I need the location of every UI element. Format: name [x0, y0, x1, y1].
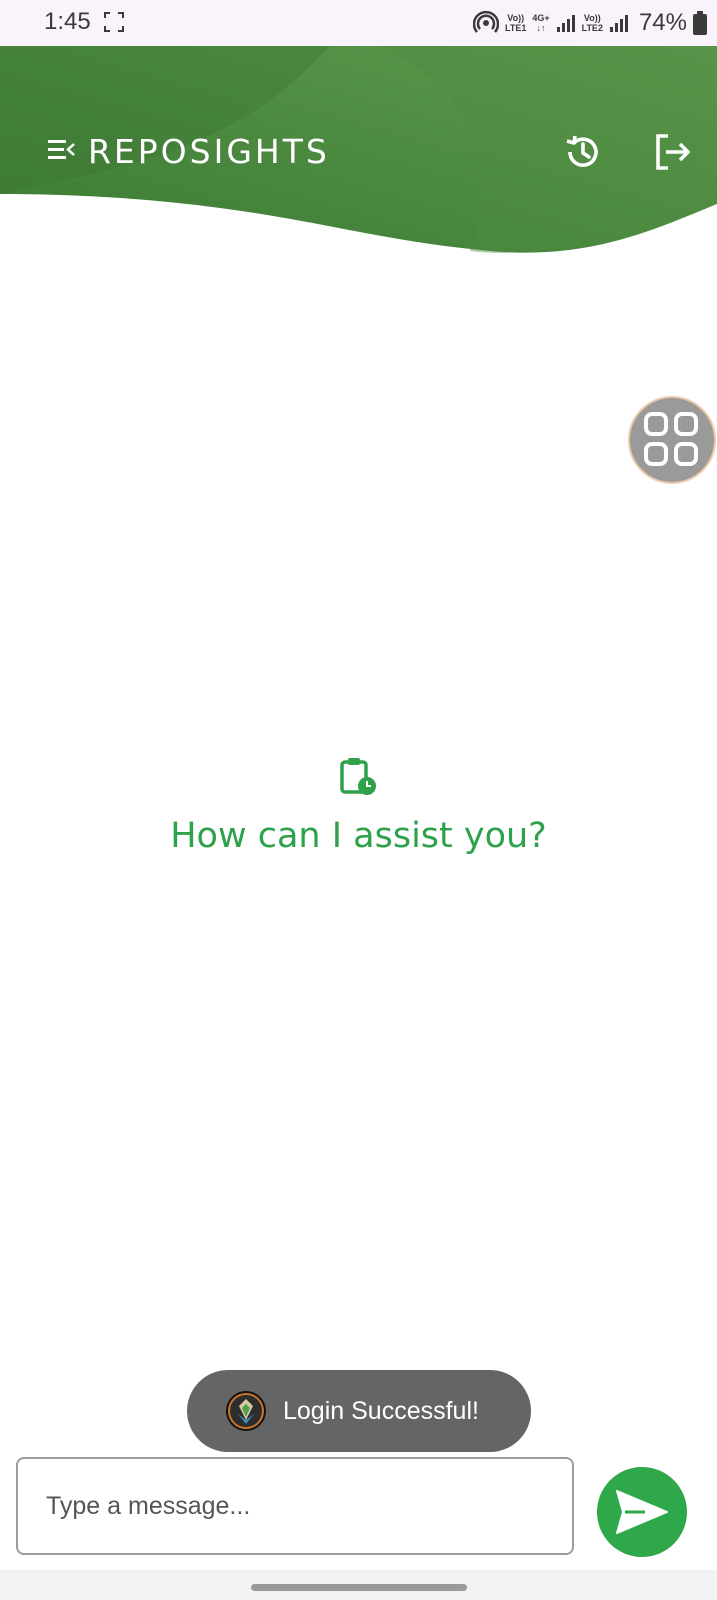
sim1-label: Vo)) LTE1	[505, 13, 526, 33]
network-type-label: 4G+	[532, 13, 550, 23]
home-gesture-handle[interactable]	[251, 1584, 467, 1591]
hotspot-icon	[473, 10, 499, 33]
sim2-volte: Vo))	[583, 13, 601, 23]
history-icon[interactable]	[562, 132, 602, 172]
system-nav-bar	[0, 1570, 717, 1600]
app-logo-icon	[226, 1391, 266, 1431]
status-time: 1:45	[44, 8, 91, 35]
signal-bars-icon	[609, 15, 628, 32]
assist-prompt: How can I assist you?	[170, 816, 547, 856]
sim2-label: Vo)) LTE2	[582, 13, 603, 33]
status-indicators: Vo)) LTE1 4G+ ↓↑ Vo)) LTE2 74%	[473, 6, 707, 40]
signal-bars-icon	[556, 15, 575, 32]
network-type: 4G+ ↓↑	[532, 13, 549, 33]
grid-icon	[644, 412, 698, 466]
send-button[interactable]	[597, 1467, 687, 1557]
logout-icon[interactable]	[652, 132, 692, 172]
app-title: REPOSIGHTS	[88, 132, 330, 171]
app-header: REPOSIGHTS	[0, 46, 717, 261]
battery-icon	[693, 11, 707, 35]
screenshot-frame-icon	[104, 12, 124, 32]
send-icon	[616, 1490, 668, 1534]
data-arrows-icon: ↓↑	[536, 23, 546, 33]
sim2-lte: LTE2	[581, 23, 603, 33]
menu-icon[interactable]	[48, 138, 76, 160]
battery-percent: 74%	[638, 9, 687, 36]
status-bar: 1:45 Vo)) LTE1 4G+ ↓↑ Vo)) LTE2 74%	[0, 0, 717, 46]
toast-notification: Login Successful!	[187, 1370, 531, 1452]
message-input[interactable]	[16, 1457, 574, 1555]
sim1-volte: Vo))	[507, 13, 525, 23]
floating-apps-button[interactable]	[628, 396, 716, 484]
sim1-lte: LTE1	[505, 23, 527, 33]
toast-message: Login Successful!	[283, 1396, 479, 1425]
clipboard-clock-icon	[340, 758, 376, 795]
